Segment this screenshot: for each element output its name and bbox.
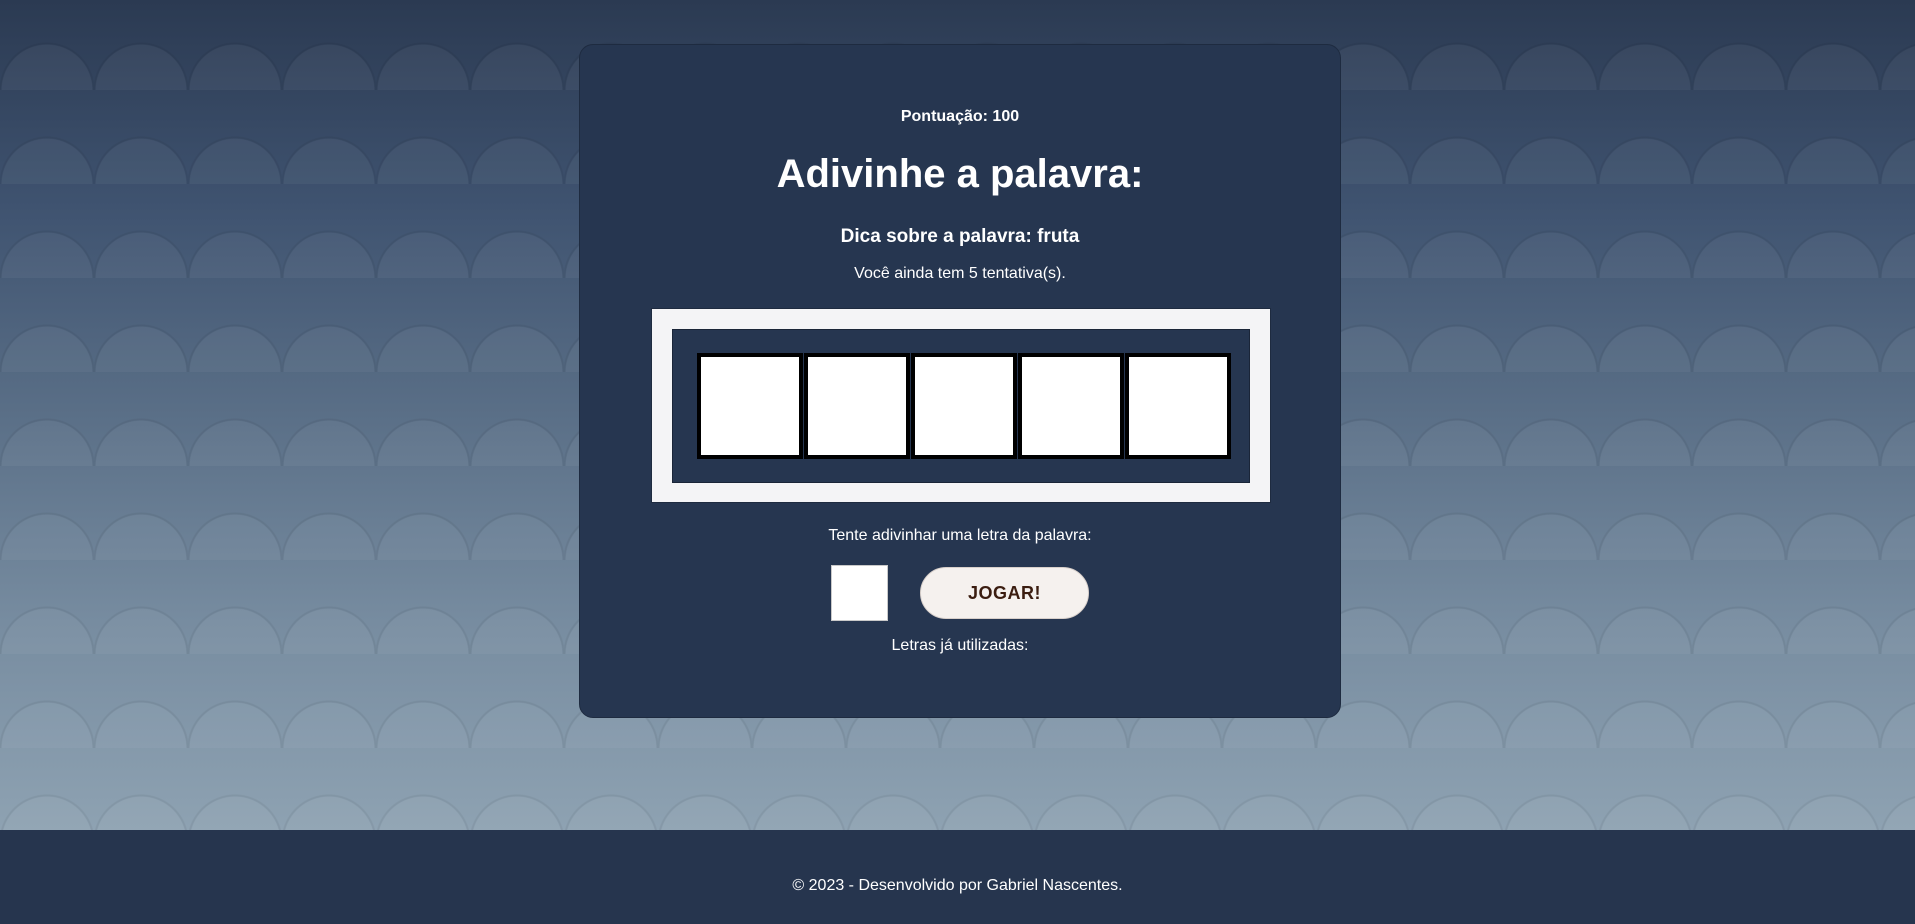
footer: © 2023 - Desenvolvido por Gabriel Nascen… xyxy=(0,830,1915,924)
word-hint: Dica sobre a palavra: fruta xyxy=(840,226,1080,247)
used-letters-label: Letras já utilizadas: xyxy=(891,637,1029,654)
attempts-remaining: Você ainda tem 5 tentativa(s). xyxy=(854,265,1066,282)
word-board-inner xyxy=(672,329,1250,483)
game-card: Pontuação: 100 Adivinhe a palavra: Dica … xyxy=(579,44,1341,718)
word-board xyxy=(651,308,1271,503)
letter-slot xyxy=(1125,353,1231,459)
letter-input[interactable] xyxy=(831,565,888,621)
guess-prompt: Tente adivinhar uma letra da palavra: xyxy=(828,527,1092,544)
play-button[interactable]: JOGAR! xyxy=(920,567,1089,619)
letter-slot xyxy=(804,353,910,459)
letter-slot xyxy=(1018,353,1124,459)
score-label: Pontuação: 100 xyxy=(900,108,1020,125)
footer-copyright: © 2023 - Desenvolvido por Gabriel Nascen… xyxy=(792,877,1123,894)
letter-slots xyxy=(697,353,1231,459)
letter-slot xyxy=(911,353,1017,459)
letter-slot xyxy=(697,353,803,459)
page-title: Adivinhe a palavra: xyxy=(776,152,1144,196)
